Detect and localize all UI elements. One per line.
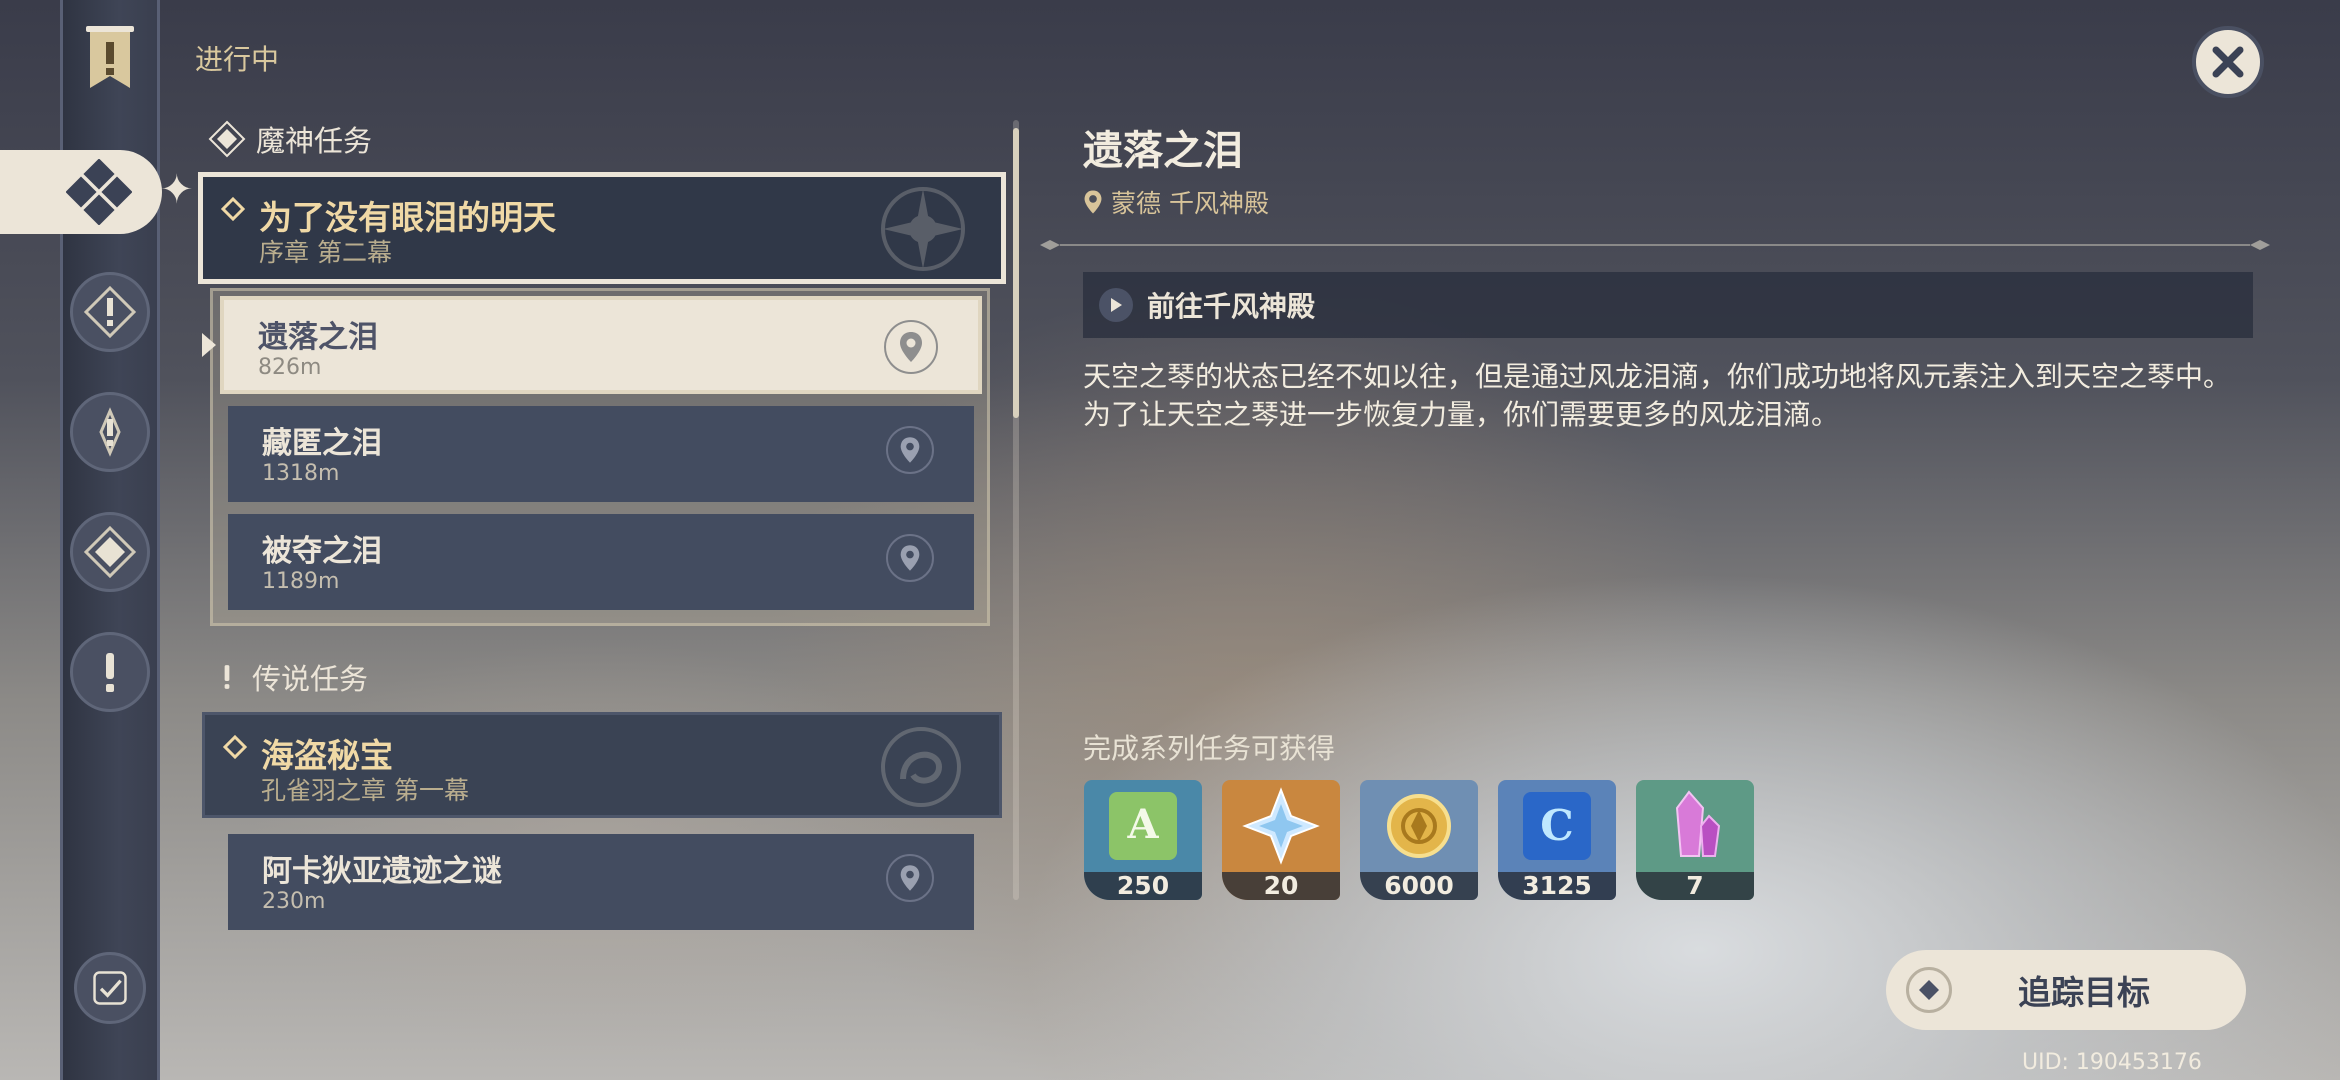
navigate-button[interactable]: [886, 534, 934, 582]
world-quest-icon: [99, 407, 121, 457]
quest-name: 遗落之泪: [258, 320, 378, 355]
world-quest-filter-tab[interactable]: [70, 392, 150, 472]
story-category-icon: [224, 665, 230, 689]
location-pin-icon: [900, 545, 920, 571]
quest-location: 蒙德 千风神殿: [1083, 184, 1269, 220]
play-arrow-icon: [1099, 288, 1133, 322]
chapter-diamond-icon: [221, 197, 245, 221]
chapter-subtitle: 孔雀羽之章 第一幕: [261, 776, 469, 805]
story-quest-filter-tab[interactable]: [70, 272, 150, 352]
anemo-emblem-icon: [881, 187, 965, 271]
quest-item[interactable]: 被夺之泪 1189m: [228, 514, 974, 610]
mora-icon: [1360, 780, 1478, 872]
archon-category-label: 魔神任务: [256, 124, 373, 158]
quest-item-selected[interactable]: 遗落之泪 826m: [220, 296, 982, 394]
quest-location-text: 蒙德 千风神殿: [1111, 189, 1269, 218]
chapter-title: 为了没有眼泪的明天: [259, 198, 556, 237]
reward-item[interactable]: C 3125: [1498, 780, 1616, 900]
rewards-heading: 完成系列任务可获得: [1083, 732, 1336, 765]
ornament-divider: [1040, 240, 2270, 250]
quest-distance: 230m: [262, 889, 326, 914]
chapter-card[interactable]: 海盗秘宝 孔雀羽之章 第一幕: [202, 712, 1002, 818]
track-target-icon: [1906, 967, 1952, 1013]
story-category-header: 传说任务: [212, 656, 368, 698]
navigate-button[interactable]: [886, 426, 934, 474]
quest-detail-title: 遗落之泪: [1083, 128, 1243, 174]
completed-quests-button[interactable]: [74, 952, 146, 1024]
companionship-exp-icon: C: [1498, 780, 1616, 872]
location-pin-icon: [900, 332, 922, 362]
quest-description: 天空之琴的状态已经不如以往，但是通过风龙泪滴，你们成功地将风元素注入到天空之琴中…: [1083, 360, 2232, 431]
quest-item[interactable]: 阿卡狄亚遗迹之谜 230m: [228, 834, 974, 930]
track-quest-label: 追踪目标: [2018, 973, 2150, 1012]
reward-item[interactable]: 6000: [1360, 780, 1478, 900]
quest-item[interactable]: 藏匿之泪 1318m: [228, 406, 974, 502]
primogem-icon: [1222, 780, 1340, 872]
quest-banner-icon[interactable]: [82, 24, 138, 90]
chapter-title: 海盗秘宝: [261, 736, 393, 775]
scrollbar-thumb[interactable]: [1013, 128, 1019, 418]
location-pin-icon: [1084, 190, 1102, 214]
chapter-card-active[interactable]: 为了没有眼泪的明天 序章 第二幕: [198, 172, 1006, 284]
reward-item[interactable]: 7: [1636, 780, 1754, 900]
quest-name: 阿卡狄亚遗迹之谜: [262, 854, 502, 889]
svg-text:A: A: [1126, 801, 1159, 848]
close-button[interactable]: [2192, 26, 2264, 98]
close-icon: [2212, 46, 2244, 78]
reward-count: 250: [1084, 872, 1202, 900]
archon-quest-icon: [66, 159, 132, 225]
archon-category-icon: [208, 120, 246, 158]
selection-arrow-icon: [202, 333, 216, 357]
quest-distance: 1318m: [262, 461, 340, 486]
objective-bar: 前往千风神殿: [1083, 272, 2253, 338]
reward-item[interactable]: A 250: [1084, 780, 1202, 900]
quest-distance: 1189m: [262, 569, 340, 594]
commission-icon: [83, 525, 137, 579]
exclamation-icon: [106, 653, 114, 692]
archon-quest-filter-tab[interactable]: [0, 150, 162, 234]
story-quest-icon: [83, 285, 137, 339]
location-pin-icon: [900, 865, 920, 891]
quest-distance: 826m: [258, 355, 322, 380]
reward-item[interactable]: 20: [1222, 780, 1340, 900]
in-progress-label: 进行中: [195, 43, 280, 76]
quest-name: 被夺之泪: [262, 534, 382, 569]
chapter-diamond-icon: [223, 735, 247, 759]
checklist-icon: [93, 971, 127, 1005]
reward-count: 7: [1636, 872, 1754, 900]
crystal-icon: [1636, 780, 1754, 872]
adventure-exp-icon: A: [1084, 780, 1202, 872]
objective-text: 前往千风神殿: [1147, 290, 1316, 323]
location-pin-icon: [900, 437, 920, 463]
reward-count: 20: [1222, 872, 1340, 900]
reward-count: 6000: [1360, 872, 1478, 900]
story-emblem-icon: [881, 727, 961, 807]
active-sparkle-icon: ✦: [160, 167, 194, 213]
navigate-button[interactable]: [884, 320, 938, 374]
story-category-label: 传说任务: [252, 662, 369, 696]
commission-filter-tab[interactable]: [70, 512, 150, 592]
misc-quest-filter-tab[interactable]: [70, 632, 150, 712]
archon-category-header: 魔神任务: [208, 118, 372, 160]
reward-count: 3125: [1498, 872, 1616, 900]
player-uid: UID: 190453176: [2022, 1050, 2202, 1075]
track-quest-button[interactable]: 追踪目标: [1886, 950, 2246, 1030]
navigate-button[interactable]: [886, 854, 934, 902]
quest-name: 藏匿之泪: [262, 426, 382, 461]
svg-text:C: C: [1540, 801, 1573, 850]
chapter-subtitle: 序章 第二幕: [259, 238, 392, 267]
